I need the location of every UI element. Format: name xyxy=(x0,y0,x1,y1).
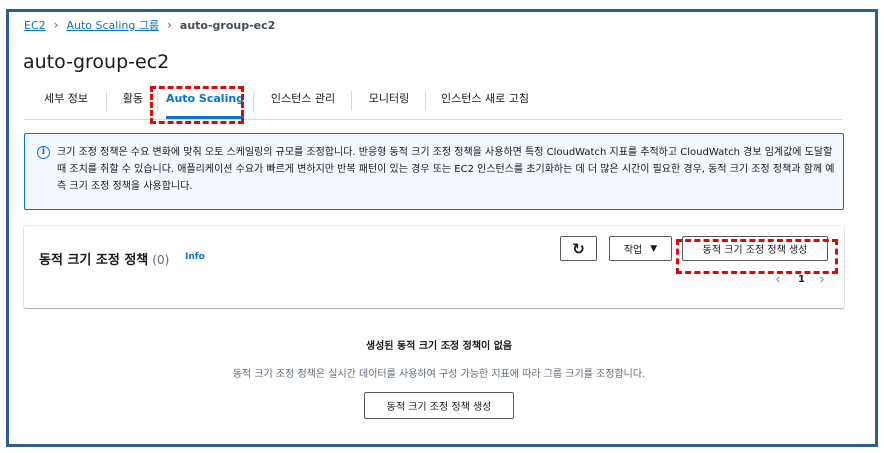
breadcrumb-separator-icon: › xyxy=(53,18,59,32)
actions-label: 작업 xyxy=(623,245,643,256)
info-alert: i 크기 조정 정책은 수요 변화에 맞춰 오토 스케일링의 규모를 조정합니다… xyxy=(24,133,844,210)
empty-state-create-button[interactable]: 동적 크기 조정 정책 생성 xyxy=(364,392,514,419)
refresh-button[interactable]: ↻ xyxy=(560,236,597,261)
tab-activity[interactable]: 활동 xyxy=(108,84,158,119)
info-link[interactable]: Info xyxy=(185,252,205,262)
tab-instance-management[interactable]: 인스턴스 관리 xyxy=(254,84,352,119)
breadcrumb-ec2-link[interactable]: EC2 xyxy=(24,19,46,32)
breadcrumb-auto-scaling-groups-link[interactable]: Auto Scaling 그룹 xyxy=(66,17,159,33)
caret-down-icon: ▼ xyxy=(650,243,658,254)
actions-dropdown[interactable]: 작업 ▼ xyxy=(609,236,672,261)
info-circle-icon: i xyxy=(37,146,50,159)
empty-state-title: 생성된 동적 크기 조정 정책이 없음 xyxy=(365,341,513,352)
pagination-prev-icon[interactable]: ‹ xyxy=(775,270,781,288)
tab-monitoring[interactable]: 모니터링 xyxy=(352,84,426,119)
tab-auto-scaling[interactable]: Auto Scaling xyxy=(158,84,252,119)
tab-details[interactable]: 세부 정보 xyxy=(24,84,108,119)
create-dynamic-scaling-policy-button[interactable]: 동적 크기 조정 정책 생성 xyxy=(682,236,828,261)
dynamic-scaling-policies-panel: 동적 크기 조정 정책 (0) Info ↻ 작업 ▼ 동적 크기 조정 정책 생… xyxy=(24,226,844,308)
empty-state-description: 동적 크기 조정 정책은 실시간 데이터를 사용하여 구성 가능한 지표에 따라… xyxy=(232,369,646,380)
info-alert-text: 크기 조정 정책은 수요 변화에 맞춰 오토 스케일링의 규모를 조정합니다. … xyxy=(57,147,835,192)
breadcrumb: EC2 › Auto Scaling 그룹 › auto-group-ec2 xyxy=(24,17,275,33)
breadcrumb-separator-icon: › xyxy=(167,18,172,32)
breadcrumb-current: auto-group-ec2 xyxy=(179,18,276,32)
panel-title-text: 동적 크기 조정 정책 xyxy=(39,253,149,268)
pagination-page-number[interactable]: 1 xyxy=(798,274,805,285)
page-title: auto-group-ec2 xyxy=(23,51,170,73)
tab-divider xyxy=(106,91,107,111)
tab-bar: 세부 정보 활동 Auto Scaling 인스턴스 관리 모니터링 인스턴스 … xyxy=(24,84,842,120)
panel-title: 동적 크기 조정 정책 (0) xyxy=(39,249,169,268)
policy-count: (0) xyxy=(152,253,170,267)
pagination-next-icon[interactable]: › xyxy=(819,270,825,288)
refresh-icon: ↻ xyxy=(572,239,585,258)
tab-instance-refresh[interactable]: 인스턴스 새로 고침 xyxy=(426,84,544,119)
